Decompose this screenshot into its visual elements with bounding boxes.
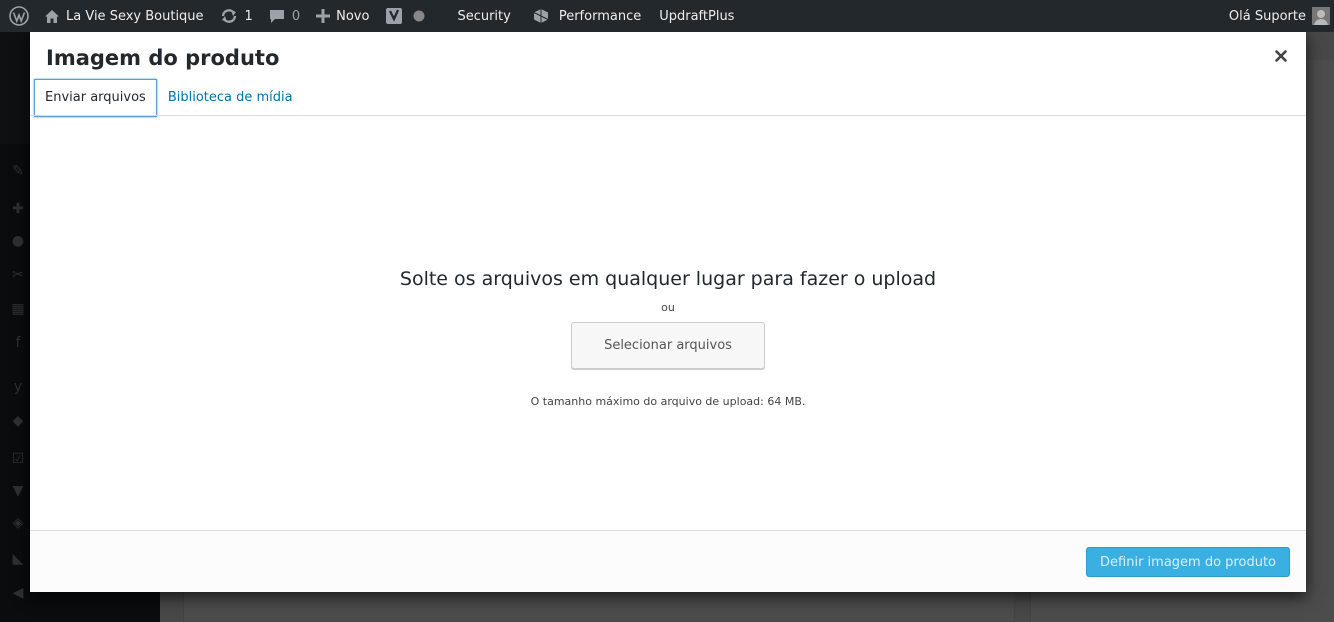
admin-bar: La Vie Sexy Boutique 1 0 Novo Security P… [0, 0, 1334, 32]
plus-icon [316, 9, 331, 23]
performance-link[interactable]: Performance [525, 0, 649, 32]
or-text: ou [661, 301, 675, 314]
tab-media-library[interactable]: Biblioteca de mídia [157, 79, 304, 117]
close-button[interactable] [1266, 41, 1296, 71]
media-modal: Imagem do produto Enviar arquivos Biblio… [30, 31, 1306, 592]
account-menu[interactable]: Olá Suporte [1221, 0, 1334, 32]
refresh-icon [220, 8, 238, 24]
yoast-icon [385, 7, 403, 25]
modal-toolbar: Definir imagem do produto [30, 530, 1306, 592]
close-icon [1275, 47, 1287, 66]
new-label: Novo [336, 8, 370, 24]
new-content-link[interactable]: Novo [308, 0, 377, 32]
upload-drop-zone[interactable]: Solte os arquivos em qualquer lugar para… [30, 116, 1306, 530]
updates-count: 1 [244, 8, 253, 24]
avatar [1312, 7, 1330, 25]
set-product-image-button[interactable]: Definir imagem do produto [1086, 547, 1290, 577]
updraftplus-link[interactable]: UpdraftPlus [651, 0, 742, 32]
modal-tabs: Enviar arquivos Biblioteca de mídia [34, 79, 304, 117]
security-label: Security [457, 8, 511, 24]
max-upload-size: O tamanho máximo do arquivo de upload: 6… [530, 395, 806, 408]
home-icon [44, 9, 60, 24]
updates-link[interactable]: 1 [212, 0, 261, 32]
modal-title: Imagem do produto [46, 46, 280, 70]
security-link[interactable]: Security [449, 0, 518, 32]
tab-upload-files[interactable]: Enviar arquivos [34, 79, 157, 117]
comment-icon [269, 9, 285, 24]
comments-link[interactable]: 0 [261, 0, 308, 32]
select-files-button[interactable]: Selecionar arquivos [571, 322, 765, 369]
drop-message: Solte os arquivos em qualquer lugar para… [399, 268, 937, 290]
performance-icon [533, 8, 549, 24]
site-name: La Vie Sexy Boutique [66, 8, 204, 24]
wordpress-logo-icon[interactable] [0, 0, 38, 32]
greeting: Olá Suporte [1228, 8, 1306, 24]
comments-count: 0 [291, 8, 301, 24]
status-dot-icon [413, 10, 425, 22]
updraftplus-label: UpdraftPlus [659, 8, 735, 24]
yoast-link[interactable] [377, 0, 433, 32]
site-name-link[interactable]: La Vie Sexy Boutique [38, 0, 212, 32]
performance-label: Performance [558, 8, 642, 24]
